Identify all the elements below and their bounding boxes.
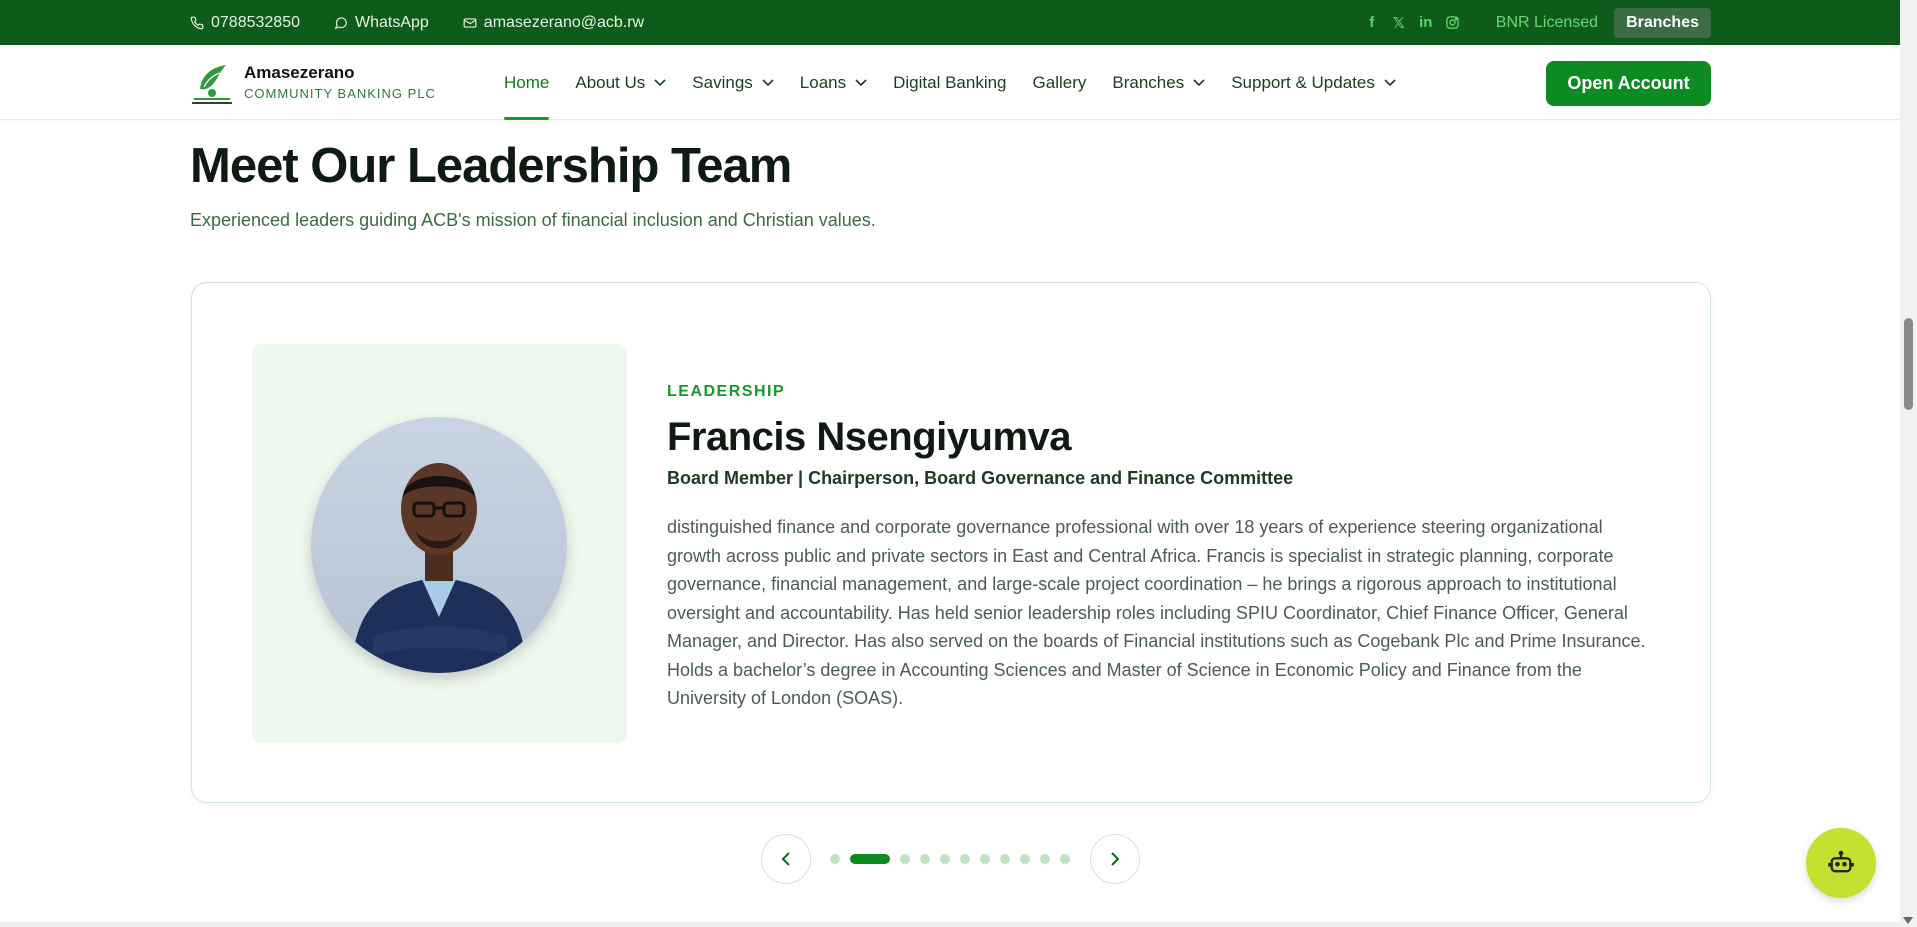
leader-card: LEADERSHIP Francis Nsengiyumva Board Mem… [191, 282, 1711, 803]
whatsapp-label: WhatsApp [354, 13, 429, 31]
carousel-dot[interactable] [960, 854, 970, 864]
next-section-edge [0, 922, 1900, 927]
chevron-down-icon [762, 78, 774, 86]
phone-number: 0788532850 [211, 13, 300, 31]
carousel-dot[interactable] [980, 854, 990, 864]
chevron-down-icon [1193, 78, 1205, 86]
instagram-icon[interactable] [1444, 14, 1462, 32]
nav-item-label: Loans [799, 72, 847, 92]
scrollbar-thumb[interactable] [1904, 318, 1913, 410]
carousel-dot[interactable] [850, 854, 890, 864]
phone-icon [190, 16, 204, 29]
carousel-dot[interactable] [1060, 854, 1070, 864]
nav-item-label: Branches [1112, 72, 1185, 92]
carousel-next-button[interactable] [1090, 834, 1140, 884]
nav-item-label: Digital Banking [893, 72, 1007, 92]
chevron-right-icon [1111, 852, 1120, 866]
leader-role: Board Member | Chairperson, Board Govern… [667, 468, 1294, 488]
logo-icon [190, 59, 234, 105]
nav-item-label: Support & Updates [1231, 72, 1375, 92]
social-links: f 𝕏 in [1354, 14, 1462, 32]
email-address: amasezerano@acb.rw [483, 13, 645, 31]
page-scrollbar[interactable] [1900, 0, 1917, 927]
main-nav: Amasezerano COMMUNITY BANKING PLC Home A… [0, 45, 1900, 120]
chevron-down-icon [1384, 78, 1396, 86]
open-account-button[interactable]: Open Account [1546, 61, 1711, 106]
nav-menu: Home About Us Savings Loans Digital Bank… [504, 45, 1422, 120]
scroll-down-arrow[interactable] [1903, 917, 1913, 924]
chevron-down-icon [654, 78, 666, 86]
leader-photo [311, 417, 567, 673]
branches-top-button[interactable]: Branches [1614, 7, 1711, 38]
nav-item-home[interactable]: Home [504, 45, 550, 120]
brand-name: Amasezerano [244, 63, 355, 82]
email-link[interactable]: amasezerano@acb.rw [463, 14, 644, 32]
section-subtitle: Experienced leaders guiding ACB's missio… [190, 210, 876, 230]
nav-item-label: About Us [575, 72, 646, 92]
nav-item-loans[interactable]: Loans [800, 45, 867, 120]
nav-item-digital-banking[interactable]: Digital Banking [893, 45, 1006, 120]
nav-item-branches[interactable]: Branches [1112, 45, 1205, 120]
nav-item-support-updates[interactable]: Support & Updates [1231, 45, 1396, 120]
phone-link[interactable]: 0788532850 [190, 14, 300, 32]
facebook-icon[interactable]: f [1363, 14, 1381, 32]
nav-item-gallery[interactable]: Gallery [1033, 45, 1087, 120]
carousel-prev-button[interactable] [761, 834, 811, 884]
leader-info: LEADERSHIP Francis Nsengiyumva Board Mem… [667, 383, 1657, 713]
leader-name: Francis Nsengiyumva [667, 415, 1072, 459]
carousel-dot[interactable] [1040, 854, 1050, 864]
x-icon[interactable]: 𝕏 [1390, 14, 1408, 32]
carousel-dot[interactable] [1000, 854, 1010, 864]
whatsapp-icon [334, 16, 347, 29]
carousel-dot[interactable] [1020, 854, 1030, 864]
chatbot-button[interactable] [1806, 828, 1876, 898]
carousel-dot[interactable] [920, 854, 930, 864]
carousel-dot[interactable] [900, 854, 910, 864]
section-title: Meet Our Leadership Team [190, 139, 792, 193]
nav-item-about-us[interactable]: About Us [575, 45, 666, 120]
carousel-dots [830, 852, 1080, 866]
photo-panel [252, 344, 627, 743]
carousel-dot[interactable] [940, 854, 950, 864]
top-bar: 0788532850 WhatsApp amasezerano@acb.rw f… [0, 0, 1900, 45]
bnr-licensed-label: BNR Licensed [1495, 13, 1599, 31]
brand-logo[interactable]: Amasezerano COMMUNITY BANKING PLC [190, 59, 436, 105]
chevron-down-icon [855, 78, 867, 86]
brand-subtitle: COMMUNITY BANKING PLC [244, 86, 436, 101]
nav-item-label: Savings [692, 72, 753, 92]
nav-item-savings[interactable]: Savings [692, 45, 774, 120]
leader-bio: distinguished finance and corporate gove… [667, 517, 1646, 708]
robot-icon [1828, 850, 1854, 873]
nav-item-label: Gallery [1032, 72, 1087, 92]
carousel-dot[interactable] [830, 854, 840, 864]
leader-tag: LEADERSHIP [667, 383, 786, 400]
whatsapp-link[interactable]: WhatsApp [334, 14, 429, 32]
linkedin-icon[interactable]: in [1417, 14, 1435, 32]
mail-icon [463, 17, 477, 28]
nav-item-label: Home [504, 72, 550, 92]
chevron-left-icon [781, 852, 790, 866]
